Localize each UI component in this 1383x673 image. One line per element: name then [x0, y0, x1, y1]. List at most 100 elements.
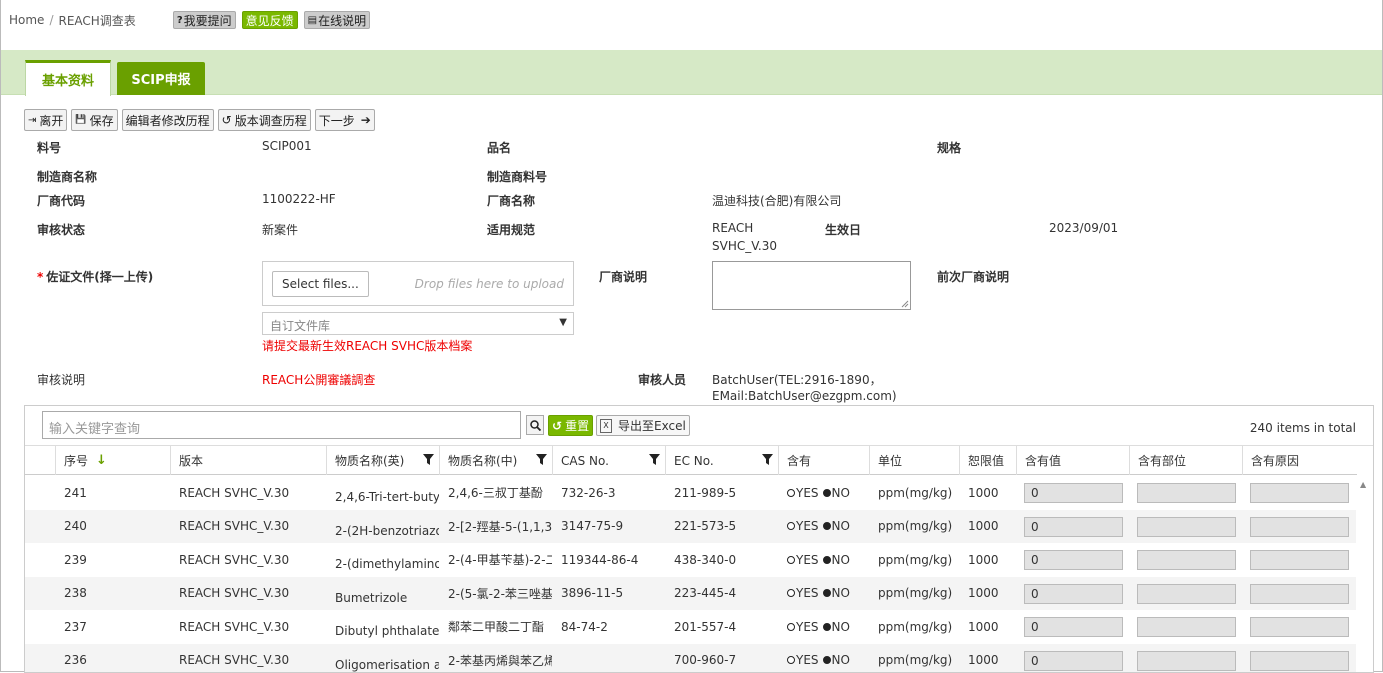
cell-version: REACH SVHC_V.30 — [170, 543, 326, 576]
scroll-up-icon[interactable]: ▲ — [1360, 480, 1366, 489]
col-unit[interactable]: 单位 — [869, 446, 959, 475]
col-name-en-label: 物质名称(英) — [335, 452, 404, 469]
table-row[interactable]: 239REACH SVHC_V.302-(dimethylamino)-2-2-… — [25, 543, 1357, 576]
grid-header: 序号↓ 版本 物质名称(英) 物质名称(中) CAS No. EC No. 含有… — [25, 446, 1357, 475]
content-value-input[interactable]: 0 — [1024, 651, 1123, 671]
content-value-input[interactable]: 0 — [1024, 550, 1123, 570]
content-value-input[interactable]: 0 — [1024, 517, 1123, 537]
col-unit-label: 单位 — [878, 452, 902, 469]
cell-contain[interactable]: YES NO — [778, 510, 869, 543]
vendor-name-value: 温迪科技(合肥)有限公司 — [712, 192, 841, 209]
editor-history-button[interactable]: 编辑者修改历程 — [122, 109, 214, 131]
search-button[interactable] — [526, 415, 544, 435]
content-value-input[interactable]: 0 — [1024, 483, 1123, 503]
radio-yes[interactable]: YES — [787, 653, 819, 667]
radio-no[interactable]: NO — [823, 486, 850, 500]
cell-contain[interactable]: YES NO — [778, 644, 869, 673]
table-row[interactable]: 241REACH SVHC_V.302,4,6-Tri-tert-butylph… — [25, 476, 1357, 509]
radio-no[interactable]: NO — [823, 586, 850, 600]
ask-question-button[interactable]: ? 我要提问 — [173, 11, 236, 29]
select-files-button[interactable]: Select files... — [272, 271, 369, 297]
radio-yes[interactable]: YES — [787, 519, 819, 533]
part-no-value: SCIP001 — [262, 139, 312, 153]
tab-scip-declaration[interactable]: SCIP申报 — [117, 62, 205, 95]
content-reason-input[interactable] — [1250, 517, 1349, 537]
content-part-input[interactable] — [1137, 617, 1236, 637]
cell-cas: 732-26-3 — [552, 476, 665, 509]
reset-button[interactable]: ↺ 重置 — [548, 415, 593, 436]
save-button[interactable]: 💾 保存 — [71, 109, 117, 131]
table-row[interactable]: 238REACH SVHC_V.30Bumetrizole2-(5-氯-2-苯三… — [25, 577, 1357, 610]
col-content-part[interactable]: 含有部位 — [1129, 446, 1242, 475]
content-part-input[interactable] — [1137, 483, 1236, 503]
product-name-label: 品名 — [487, 139, 511, 156]
radio-yes[interactable]: YES — [787, 620, 819, 634]
col-content-value[interactable]: 含有值 — [1016, 446, 1129, 475]
col-cas-label: CAS No. — [561, 454, 609, 468]
table-row[interactable]: 237REACH SVHC_V.30Dibutyl phthalate (DBP… — [25, 610, 1357, 643]
col-ec[interactable]: EC No. — [665, 446, 778, 475]
col-name-en[interactable]: 物质名称(英) — [326, 446, 439, 475]
content-value-input[interactable]: 0 — [1024, 584, 1123, 604]
radio-no[interactable]: NO — [823, 653, 850, 667]
col-seq[interactable]: 序号↓ — [55, 446, 170, 475]
tab-basic-info[interactable]: 基本资料 — [25, 60, 111, 96]
next-step-button[interactable]: 下一步 ➔ — [315, 109, 375, 131]
content-reason-input[interactable] — [1250, 584, 1349, 604]
content-part-input[interactable] — [1137, 584, 1236, 604]
breadcrumb-home[interactable]: Home — [9, 13, 44, 27]
cell-threshold: 1000 — [959, 644, 1016, 673]
col-contain[interactable]: 含有 — [778, 446, 869, 475]
leave-button[interactable]: ⇥ 离开 — [24, 109, 67, 131]
cell-contain[interactable]: YES NO — [778, 543, 869, 576]
col-version[interactable]: 版本 — [170, 446, 326, 475]
col-name-cn[interactable]: 物质名称(中) — [439, 446, 552, 475]
content-part-input[interactable] — [1137, 517, 1236, 537]
content-part-input[interactable] — [1137, 550, 1236, 570]
cell-threshold: 1000 — [959, 543, 1016, 576]
table-row[interactable]: 240REACH SVHC_V.302-(2H-benzotriazol-2-y… — [25, 510, 1357, 543]
file-library-dropdown[interactable]: 自订文件库 ▼ — [262, 312, 574, 335]
export-excel-label: 导出至Excel — [618, 417, 686, 434]
content-reason-input[interactable] — [1250, 651, 1349, 671]
file-upload-zone[interactable]: Select files... Drop files here to uploa… — [262, 261, 574, 306]
feedback-button[interactable]: 意见反馈 — [242, 11, 298, 29]
filter-icon[interactable] — [536, 454, 547, 466]
radio-yes[interactable]: YES — [787, 586, 819, 600]
cell-contain[interactable]: YES NO — [778, 577, 869, 610]
content-part-input[interactable] — [1137, 651, 1236, 671]
content-reason-input[interactable] — [1250, 550, 1349, 570]
cell-contain[interactable]: YES NO — [778, 610, 869, 643]
keyword-search-input[interactable]: 输入关键字查询 — [42, 411, 521, 439]
filter-icon[interactable] — [423, 454, 434, 466]
radio-on-icon — [823, 589, 831, 597]
radio-no-label: NO — [832, 486, 850, 500]
export-excel-button[interactable]: X 导出至Excel — [596, 415, 690, 436]
content-value-input[interactable]: 0 — [1024, 617, 1123, 637]
col-name-cn-label: 物质名称(中) — [448, 452, 517, 469]
radio-no[interactable]: NO — [823, 620, 850, 634]
col-seq-label: 序号 — [64, 452, 88, 469]
radio-no[interactable]: NO — [823, 553, 850, 567]
table-row[interactable]: 236REACH SVHC_V.30Oligomerisation and2-苯… — [25, 644, 1357, 673]
col-cas[interactable]: CAS No. — [552, 446, 665, 475]
radio-yes[interactable]: YES — [787, 486, 819, 500]
filter-icon[interactable] — [762, 454, 773, 466]
cell-contain[interactable]: YES NO — [778, 476, 869, 509]
cell-unit: ppm(mg/kg) — [869, 476, 959, 509]
version-history-button[interactable]: ↺ 版本调查历程 — [218, 109, 311, 131]
tab-band: 基本资料 SCIP申报 — [1, 50, 1382, 95]
radio-no[interactable]: NO — [823, 519, 850, 533]
content-reason-input[interactable] — [1250, 617, 1349, 637]
cell-version: REACH SVHC_V.30 — [170, 577, 326, 610]
vendor-note-textarea[interactable] — [712, 261, 911, 310]
filter-icon[interactable] — [649, 454, 660, 466]
content-reason-input[interactable] — [1250, 483, 1349, 503]
vendor-name-label: 厂商名称 — [487, 192, 535, 209]
cell-threshold: 1000 — [959, 476, 1016, 509]
col-content-reason[interactable]: 含有原因 — [1242, 446, 1357, 475]
radio-yes[interactable]: YES — [787, 553, 819, 567]
col-threshold[interactable]: 恕限值 — [959, 446, 1016, 475]
online-help-button[interactable]: ▤ 在线说明 — [304, 11, 370, 29]
grid-scrollbar[interactable]: ▲ — [1356, 476, 1373, 673]
